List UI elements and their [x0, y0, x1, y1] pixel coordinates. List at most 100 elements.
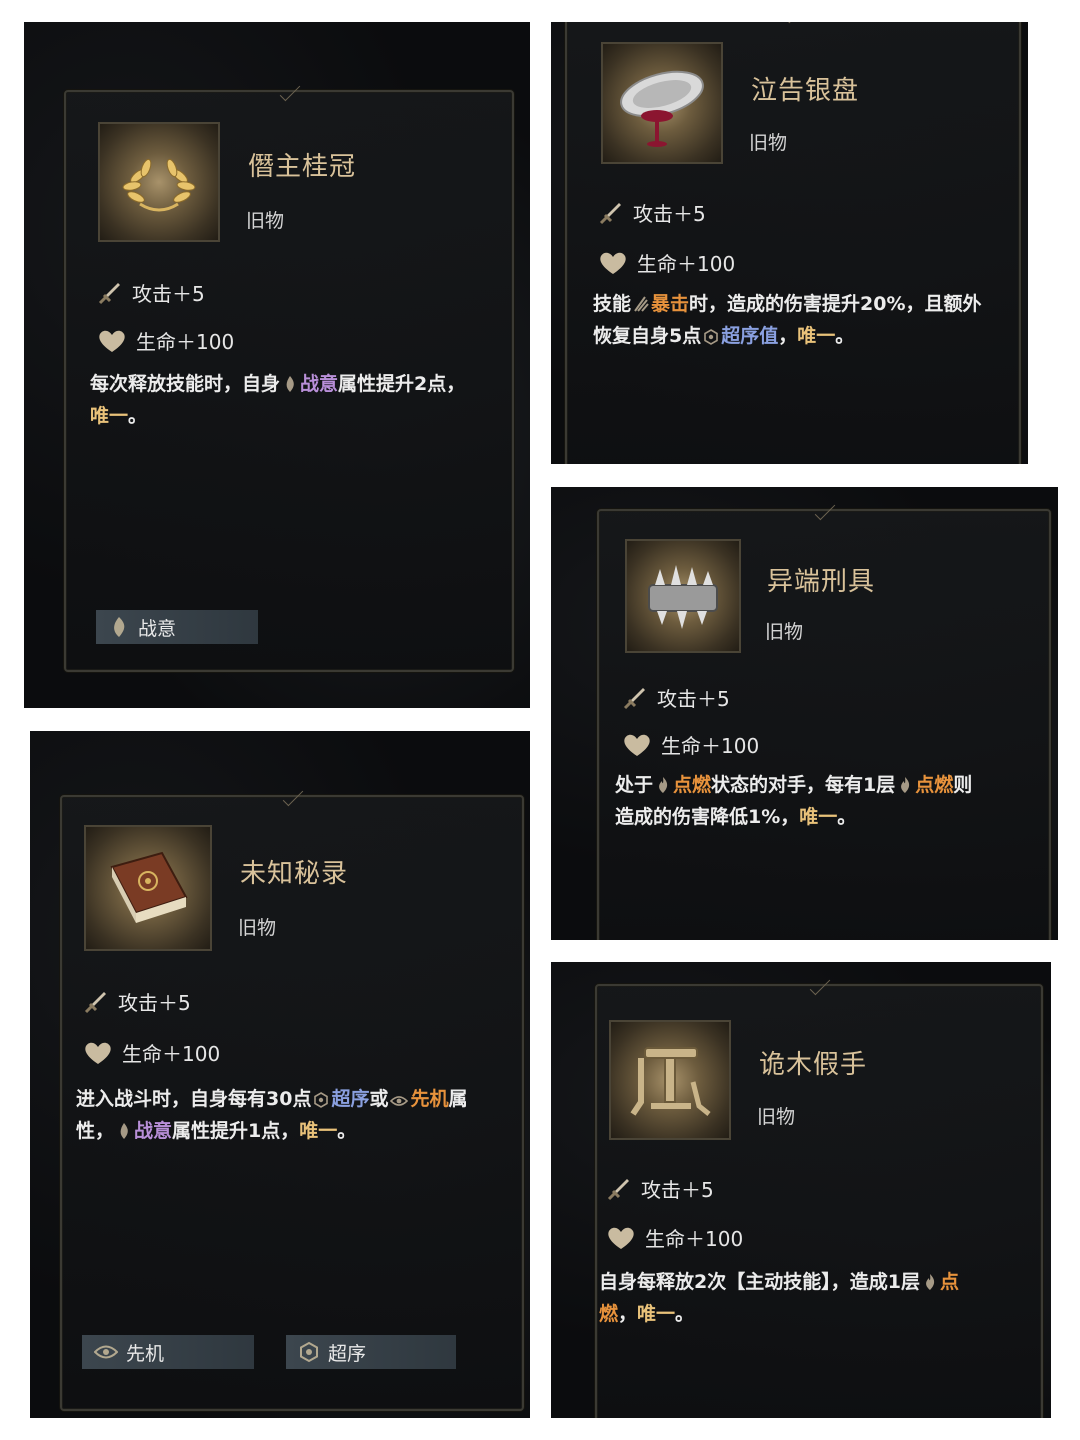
life-stat: 生命＋100 [605, 1223, 743, 1252]
attack-stat: 攻击＋5 [96, 278, 205, 307]
attack-value: 攻击＋5 [118, 991, 191, 1015]
attack-stat: 攻击＋5 [621, 683, 730, 712]
item-card-3[interactable]: 异端刑具 旧物 攻击＋5 生命＋100 处于 点燃状态的对手，每有1层 点燃则造成的… [551, 487, 1058, 940]
life-stat: 生命＋100 [82, 1038, 220, 1067]
fire-icon [926, 1274, 935, 1290]
life-value: 生命＋100 [645, 1227, 744, 1251]
item-name: 僭主桂冠 [248, 152, 357, 182]
item-card-5[interactable]: 诡木假手 旧物 攻击＋5 生命＋100 自身每释放2次【主动技能】，造成1层 点燃… [551, 962, 1051, 1418]
dagger-icon [84, 991, 106, 1013]
keyword-chaoxu: 超序值 [721, 325, 779, 347]
eye-icon [390, 1096, 409, 1106]
item-description: 自身每释放2次【主动技能】，造成1层 点燃，唯一。 [599, 1266, 979, 1330]
item-name: 未知秘录 [240, 859, 349, 889]
keyword-baoji: 暴击 [651, 293, 690, 315]
desc-text: 处于 [615, 774, 654, 796]
keyword-unique: 唯一 [90, 405, 129, 427]
item-description: 技能 暴击时，造成的伤害提升20%，且额外恢复自身5点 超序值，唯一。 [593, 288, 983, 352]
desc-text: 。 [128, 405, 148, 427]
flame-leaf-icon [120, 1123, 128, 1139]
desc-text: 自身每释放2次【主动技能】，造成1层 [599, 1271, 920, 1293]
hexagon-rune-icon [300, 1341, 318, 1363]
item-card-4[interactable]: 未知秘录 旧物 攻击＋5 生命＋100 进入战斗时，自身每有30点 超序或 先机属性… [30, 731, 530, 1418]
item-thumbnail [625, 539, 741, 653]
desc-text: 。 [837, 806, 857, 828]
tag-label: 战意 [138, 617, 177, 640]
dagger-icon [599, 202, 621, 224]
item-name: 泣告银盘 [751, 76, 860, 106]
spiked-shackle-icon [648, 565, 718, 629]
desc-text: 进入战斗时，自身每有30点 [76, 1088, 312, 1110]
keyword-chaoxu: 超序 [331, 1088, 370, 1110]
attack-stat: 攻击＋5 [605, 1174, 714, 1203]
desc-text: ， [618, 1303, 638, 1325]
item-name: 诡木假手 [759, 1050, 868, 1080]
keyword-zhanyi: 战意 [134, 1120, 173, 1142]
desc-text: 状态的对手，每有1层 [711, 774, 896, 796]
tag-label: 超序 [328, 1342, 367, 1365]
item-thumbnail [98, 122, 220, 242]
item-thumbnail [609, 1020, 731, 1140]
item-type: 旧物 [757, 1106, 796, 1128]
attack-stat: 攻击＋5 [82, 987, 191, 1016]
silver-plate-icon [620, 70, 704, 147]
desc-text: 。 [337, 1120, 357, 1142]
item-description: 进入战斗时，自身每有30点 超序或 先机属性， 战意属性提升1点，唯一。 [76, 1083, 478, 1147]
life-stat: 生命＋100 [621, 730, 759, 759]
keyword-zhanyi: 战意 [300, 373, 339, 395]
tag-xianji[interactable]: 先机 [82, 1335, 254, 1369]
keyword-dianran: 点燃 [915, 774, 954, 796]
flame-leaf-icon [114, 617, 125, 637]
desc-text: 。 [835, 325, 855, 347]
attack-value: 攻击＋5 [641, 1178, 714, 1202]
dagger-icon [98, 282, 120, 304]
life-stat: 生命＋100 [96, 326, 234, 355]
desc-text: ， [778, 325, 798, 347]
life-value: 生命＋100 [637, 252, 736, 276]
keyword-unique: 唯一 [797, 325, 836, 347]
heart-icon [608, 1227, 634, 1249]
desc-text: 。 [675, 1303, 695, 1325]
heart-icon [600, 252, 626, 274]
item-type: 旧物 [238, 917, 277, 939]
life-value: 生命＋100 [661, 734, 760, 758]
heart-icon [624, 734, 650, 756]
tag-label: 先机 [126, 1342, 165, 1365]
attack-value: 攻击＋5 [132, 282, 205, 306]
laurel-crown-icon [122, 158, 196, 212]
desc-text: 每次释放技能时，自身 [90, 373, 281, 395]
life-value: 生命＋100 [136, 330, 235, 354]
desc-text: 属性提升2点， [338, 373, 466, 395]
hexagon-rune-icon [704, 329, 719, 345]
item-card-2[interactable]: 泣告银盘 旧物 攻击＋5 生命＋100 技能 暴击时，造成的伤害提升20%，且额外… [551, 22, 1028, 464]
keyword-unique: 唯一 [299, 1120, 338, 1142]
desc-text: 技能 [593, 293, 632, 315]
item-thumbnail [84, 825, 212, 951]
tag-zhanyi[interactable]: 战意 [96, 610, 258, 644]
dagger-icon [607, 1178, 629, 1200]
keyword-dianran: 点燃 [673, 774, 712, 796]
keyword-unique: 唯一 [799, 806, 838, 828]
dagger-icon [623, 687, 645, 709]
life-value: 生命＋100 [122, 1042, 221, 1066]
attack-value: 攻击＋5 [657, 687, 730, 711]
desc-text: 属性提升1点， [172, 1120, 300, 1142]
flame-leaf-icon [286, 376, 294, 392]
fire-icon [659, 777, 668, 793]
item-thumbnail [601, 42, 723, 164]
heart-icon [99, 330, 125, 352]
eye-icon [94, 1345, 118, 1359]
keyword-unique: 唯一 [637, 1303, 676, 1325]
wooden-hand-icon [630, 1047, 711, 1116]
fire-icon [901, 777, 910, 793]
tag-chaoxu[interactable]: 超序 [286, 1335, 456, 1369]
attack-stat: 攻击＋5 [597, 198, 706, 227]
life-stat: 生命＋100 [597, 248, 735, 277]
item-card-1[interactable]: 僭主桂冠 旧物 攻击＋5 生命＋100 每次释放技能时，自身 战意属性提升2点，唯… [24, 22, 530, 708]
book-icon [110, 851, 188, 923]
item-description: 每次释放技能时，自身 战意属性提升2点， 唯一。 [90, 368, 480, 432]
attack-value: 攻击＋5 [633, 202, 706, 226]
desc-text: 或 [369, 1088, 389, 1110]
item-name: 异端刑具 [767, 567, 876, 597]
item-description: 处于 点燃状态的对手，每有1层 点燃则造成的伤害降低1%，唯一。 [615, 769, 985, 833]
